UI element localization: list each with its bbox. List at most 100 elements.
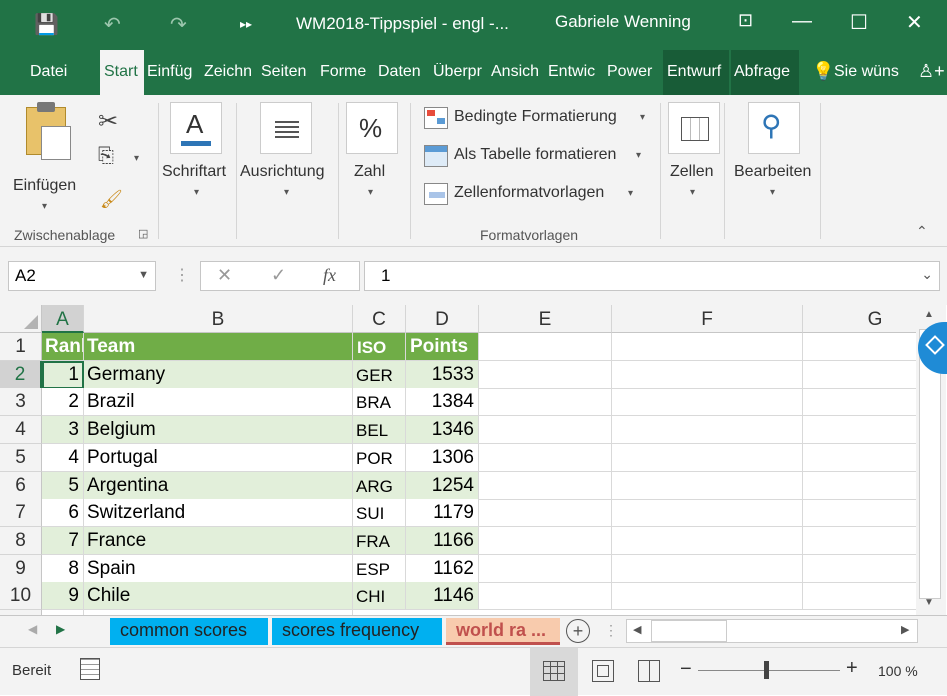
cell-styles-button[interactable]: Zellenformatvorlagen bbox=[454, 184, 604, 202]
font-dropdown-icon[interactable]: ▾ bbox=[194, 187, 199, 198]
share-icon[interactable]: ♙+ bbox=[918, 61, 945, 82]
number-dropdown-icon[interactable]: ▾ bbox=[368, 187, 373, 198]
alignment-button[interactable]: Ausrichtung bbox=[240, 163, 325, 181]
enter-icon[interactable]: ✓ bbox=[271, 265, 286, 286]
empty-cell[interactable] bbox=[803, 416, 916, 445]
empty-cell[interactable] bbox=[803, 361, 916, 389]
cell-points[interactable]: 1146 bbox=[406, 582, 479, 611]
empty-cell[interactable] bbox=[479, 388, 612, 417]
expand-formula-icon[interactable]: ⌄ bbox=[921, 266, 933, 283]
normal-view-icon[interactable] bbox=[530, 648, 578, 696]
empty-cell[interactable] bbox=[479, 416, 612, 445]
tab-ansicht[interactable]: Ansich bbox=[491, 63, 543, 81]
cell-iso[interactable]: CHI bbox=[353, 582, 406, 611]
header-cell-rank[interactable]: Rank bbox=[42, 333, 84, 361]
zoom-out-icon[interactable]: − bbox=[680, 658, 692, 681]
row-header[interactable]: 6 bbox=[0, 471, 42, 500]
paste-button[interactable]: Einfügen bbox=[13, 177, 76, 195]
empty-cell[interactable] bbox=[479, 526, 612, 555]
user-name[interactable]: Gabriele Wenning bbox=[555, 12, 691, 32]
empty-cell[interactable] bbox=[479, 471, 612, 500]
number-format-icon[interactable]: % bbox=[346, 102, 398, 154]
zoom-slider-thumb[interactable] bbox=[764, 661, 769, 679]
row-header[interactable]: 3 bbox=[0, 388, 42, 417]
row-header[interactable]: 4 bbox=[0, 416, 42, 445]
name-box-dropdown-icon[interactable]: ▼ bbox=[138, 269, 149, 281]
column-header[interactable]: C bbox=[353, 305, 406, 333]
empty-cell[interactable] bbox=[612, 416, 803, 445]
zoom-slider[interactable] bbox=[698, 670, 840, 671]
empty-cell[interactable] bbox=[479, 443, 612, 472]
cell-team[interactable]: Switzerland bbox=[84, 499, 353, 528]
cell-points[interactable]: 1166 bbox=[406, 526, 479, 555]
cell-rank[interactable]: 7 bbox=[42, 526, 84, 555]
cell-rank[interactable]: 9 bbox=[42, 582, 84, 611]
row-header[interactable]: 10 bbox=[0, 582, 42, 611]
cell-team[interactable]: Germany bbox=[84, 360, 353, 389]
cell-iso[interactable]: POR bbox=[353, 443, 406, 472]
column-header[interactable]: G bbox=[803, 305, 916, 333]
cell-rank[interactable]: 4 bbox=[42, 443, 84, 472]
empty-cell[interactable] bbox=[479, 554, 612, 583]
row-header[interactable]: 9 bbox=[0, 554, 42, 583]
cell-points[interactable]: 1254 bbox=[406, 471, 479, 500]
empty-cell[interactable] bbox=[612, 582, 803, 611]
cancel-icon[interactable]: ✕ bbox=[217, 265, 232, 286]
save-icon[interactable]: 💾 bbox=[34, 12, 59, 37]
cell-rank[interactable]: 2 bbox=[42, 388, 84, 417]
empty-cell[interactable] bbox=[612, 388, 803, 417]
search-icon[interactable]: ⚲ bbox=[748, 102, 800, 154]
tab-ueberpruefen[interactable]: Überpr bbox=[433, 63, 489, 81]
add-sheet-icon[interactable]: + bbox=[566, 619, 590, 643]
header-cell-team[interactable]: Team bbox=[84, 333, 353, 361]
cells-icon[interactable] bbox=[668, 102, 720, 154]
cell-points[interactable]: 1306 bbox=[406, 443, 479, 472]
empty-cell[interactable] bbox=[612, 471, 803, 500]
ribbon-display-icon[interactable]: ⊡ bbox=[738, 10, 753, 31]
dialog-launcher-icon[interactable]: ◲ bbox=[138, 227, 148, 240]
header-cell-points[interactable]: Points bbox=[406, 333, 479, 361]
alignment-icon[interactable] bbox=[260, 102, 312, 154]
empty-cell[interactable] bbox=[803, 582, 916, 611]
worksheet-grid[interactable]: A B C D E F G 1RankTeamISOPoints21German… bbox=[0, 305, 916, 615]
row-header[interactable]: 5 bbox=[0, 443, 42, 472]
customize-qat-icon[interactable]: ▸▸ bbox=[240, 17, 252, 31]
empty-cell[interactable] bbox=[803, 388, 916, 417]
cell-points[interactable]: 1162 bbox=[406, 554, 479, 583]
formula-input[interactable]: 1 ⌄ bbox=[364, 261, 940, 291]
empty-cell[interactable] bbox=[803, 444, 916, 472]
prev-sheet-icon[interactable]: ◀ bbox=[28, 622, 37, 636]
zoom-level[interactable]: 100 % bbox=[878, 663, 918, 679]
empty-cell[interactable] bbox=[479, 582, 612, 611]
empty-cell[interactable] bbox=[612, 333, 803, 361]
empty-cell[interactable] bbox=[612, 499, 803, 528]
cell-iso[interactable]: SUI bbox=[353, 499, 406, 528]
copy-icon[interactable]: ⎘ bbox=[98, 145, 114, 168]
cell-team[interactable]: France bbox=[84, 526, 353, 555]
tab-formeln[interactable]: Forme bbox=[320, 63, 372, 81]
empty-cell[interactable] bbox=[612, 554, 803, 583]
font-icon[interactable]: A bbox=[170, 102, 222, 154]
font-button[interactable]: Schriftart bbox=[162, 163, 226, 181]
column-header[interactable]: A bbox=[42, 305, 84, 333]
row-header[interactable]: 2 bbox=[0, 360, 42, 389]
cut-icon[interactable]: ✂ bbox=[98, 107, 118, 136]
paste-dropdown-icon[interactable]: ▾ bbox=[42, 201, 47, 212]
cell-rank[interactable]: 1 bbox=[42, 360, 84, 389]
cells-dropdown-icon[interactable]: ▾ bbox=[690, 187, 695, 198]
redo-icon[interactable]: ↷ bbox=[170, 12, 187, 37]
macro-record-icon[interactable] bbox=[80, 658, 100, 680]
tab-power[interactable]: Power bbox=[607, 63, 659, 81]
tab-entwurf[interactable]: Entwurf bbox=[663, 50, 729, 95]
editing-button[interactable]: Bearbeiten bbox=[734, 163, 811, 181]
minimize-icon[interactable]: — bbox=[792, 10, 812, 33]
scroll-up-icon[interactable]: ▲ bbox=[924, 309, 934, 320]
empty-cell[interactable] bbox=[612, 526, 803, 555]
collapse-ribbon-icon[interactable]: ⌃ bbox=[916, 223, 928, 240]
tell-me-search[interactable]: Sie wüns bbox=[834, 63, 906, 81]
sheet-tab-scores-frequency[interactable]: scores frequency bbox=[272, 618, 442, 645]
page-break-view-icon[interactable] bbox=[638, 660, 660, 682]
sheet-tab-world-ranking[interactable]: world ra ... bbox=[446, 618, 560, 645]
column-header[interactable]: D bbox=[406, 305, 479, 333]
empty-cell[interactable] bbox=[479, 499, 612, 528]
